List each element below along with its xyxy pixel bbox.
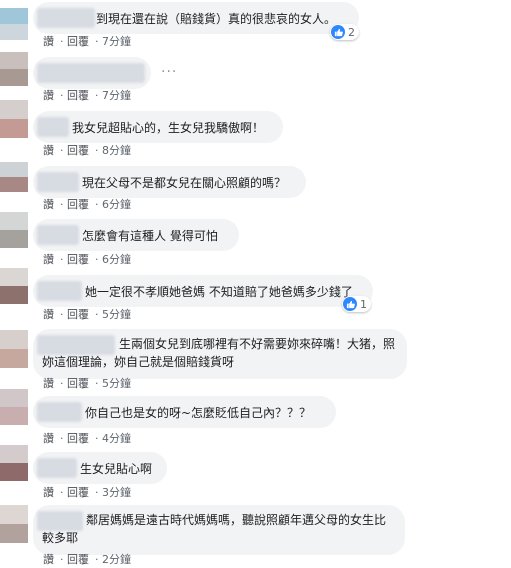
comment-bubble: 到現在還在說（賠錢貨）真的很悲哀的女人。 (33, 2, 359, 34)
reply-link[interactable]: 回覆 (67, 35, 89, 48)
commenter-avatar[interactable] (0, 389, 28, 425)
like-link[interactable]: 讚 (43, 377, 54, 390)
commenter-name[interactable] (37, 281, 82, 301)
comment-text: 怎麼會有這種人 覺得可怕 (82, 229, 218, 243)
commenter-avatar[interactable] (0, 212, 28, 248)
reply-link[interactable]: 回覆 (67, 553, 89, 566)
commenter-name[interactable] (37, 172, 79, 192)
reply-link[interactable]: 回覆 (67, 89, 89, 102)
comment-actions: 讚 · 回覆 · 4分鐘 (43, 432, 131, 445)
comment-text: 現在父母不是都女兒在關心照顧的嗎？ (82, 176, 287, 190)
commenter-avatar[interactable] (0, 268, 28, 304)
comment-text: 生女兒貼心啊 (80, 462, 153, 476)
comment-timestamp[interactable]: 7分鐘 (102, 35, 131, 48)
reply-link[interactable]: 回覆 (67, 253, 89, 266)
comment-bubble (33, 57, 151, 89)
more-options-icon[interactable]: ··· (161, 64, 177, 80)
like-link[interactable]: 讚 (43, 89, 54, 102)
comment-text: 她一定很不孝順她爸媽 不知道賠了她爸媽多少錢了 (85, 285, 353, 299)
reaction-count[interactable]: 2 (330, 24, 359, 40)
like-link[interactable]: 讚 (43, 553, 54, 566)
comment-text: 生兩個女兒到底哪裡有不好需要妳來碎嘴！大猪，照妳這個理論，妳自己就是個賠錢貨呀 (42, 337, 396, 369)
commenter-avatar[interactable] (0, 445, 28, 481)
comment-bubble: 鄰居媽媽是遠古時代媽媽嗎，聽說照顧年邁父母的女生比較多耶 (33, 505, 405, 555)
comment-text: 鄰居媽媽是遠古時代媽媽嗎，聽說照顧年邁父母的女生比較多耶 (42, 513, 387, 545)
like-link[interactable]: 讚 (43, 144, 54, 157)
reply-link[interactable]: 回覆 (67, 486, 89, 499)
commenter-name[interactable] (37, 8, 95, 28)
reply-link[interactable]: 回覆 (67, 377, 89, 390)
commenter-avatar[interactable] (0, 505, 28, 543)
comment-bubble: 現在父母不是都女兒在關心照顧的嗎？ (33, 166, 306, 198)
comment-text: 到現在還在說（賠錢貨）真的很悲哀的女人。 (96, 12, 337, 26)
like-link[interactable]: 讚 (43, 486, 54, 499)
comment-timestamp[interactable]: 6分鐘 (102, 253, 131, 266)
comment-timestamp[interactable]: 5分鐘 (102, 377, 131, 390)
comment-actions: 讚 · 回覆 · 5分鐘 (43, 308, 131, 321)
comment-timestamp[interactable]: 8分鐘 (102, 144, 131, 157)
commenter-name[interactable] (37, 63, 145, 83)
comment-actions: 讚 · 回覆 · 7分鐘 (43, 89, 131, 102)
like-link[interactable]: 讚 (43, 308, 54, 321)
comment-timestamp[interactable]: 5分鐘 (102, 308, 131, 321)
comment-actions: 讚 · 回覆 · 6分鐘 (43, 198, 131, 211)
comment-timestamp[interactable]: 7分鐘 (102, 89, 131, 102)
reply-link[interactable]: 回覆 (67, 308, 89, 321)
comment-bubble: 你自己也是女的呀~怎麼貶低自己內？？？ (33, 396, 336, 428)
reply-link[interactable]: 回覆 (67, 198, 89, 211)
like-link[interactable]: 讚 (43, 432, 54, 445)
commenter-avatar[interactable] (0, 162, 28, 192)
comment-actions: 讚 · 回覆 · 8分鐘 (43, 144, 131, 157)
comment-actions: 讚 · 回覆 · 3分鐘 (43, 486, 131, 499)
reply-link[interactable]: 回覆 (67, 144, 89, 157)
commenter-avatar[interactable] (0, 100, 28, 138)
like-reaction-icon (343, 297, 357, 311)
comment-actions: 讚 · 回覆 · 2分鐘 (43, 553, 131, 566)
commenter-name[interactable] (37, 402, 82, 422)
commenter-avatar[interactable] (0, 52, 28, 86)
commenter-avatar[interactable] (0, 330, 28, 368)
like-link[interactable]: 讚 (43, 198, 54, 211)
comment-bubble: 生女兒貼心啊 (33, 452, 167, 484)
comment-actions: 讚 · 回覆 · 6分鐘 (43, 253, 131, 266)
like-link[interactable]: 讚 (43, 35, 54, 48)
comment-text: 我女兒超貼心的，生女兒我驕傲啊！ (72, 121, 265, 135)
comment-bubble: 她一定很不孝順她爸媽 不知道賠了她爸媽多少錢了 (33, 275, 373, 307)
commenter-name[interactable] (37, 117, 69, 137)
like-reaction-icon (331, 25, 345, 39)
comment-text: 你自己也是女的呀~怎麼貶低自己內？？？ (85, 406, 312, 420)
reply-link[interactable]: 回覆 (67, 432, 89, 445)
commenter-name[interactable] (37, 225, 79, 245)
comment-timestamp[interactable]: 4分鐘 (102, 432, 131, 445)
comment-actions: 讚 · 回覆 · 7分鐘 (43, 35, 131, 48)
comment-timestamp[interactable]: 6分鐘 (102, 198, 131, 211)
comment-actions: 讚 · 回覆 · 5分鐘 (43, 377, 131, 390)
reaction-count[interactable]: 1 (342, 296, 371, 312)
like-link[interactable]: 讚 (43, 253, 54, 266)
commenter-name[interactable] (37, 458, 77, 478)
commenter-avatar[interactable] (0, 8, 28, 40)
comment-bubble: 怎麼會有這種人 覺得可怕 (33, 219, 239, 251)
comment-bubble: 生兩個女兒到底哪裡有不好需要妳來碎嘴！大猪，照妳這個理論，妳自己就是個賠錢貨呀 (33, 329, 407, 379)
comment-bubble: 我女兒超貼心的，生女兒我驕傲啊！ (33, 111, 283, 143)
comment-timestamp[interactable]: 2分鐘 (102, 553, 131, 566)
comment-timestamp[interactable]: 3分鐘 (102, 486, 131, 499)
